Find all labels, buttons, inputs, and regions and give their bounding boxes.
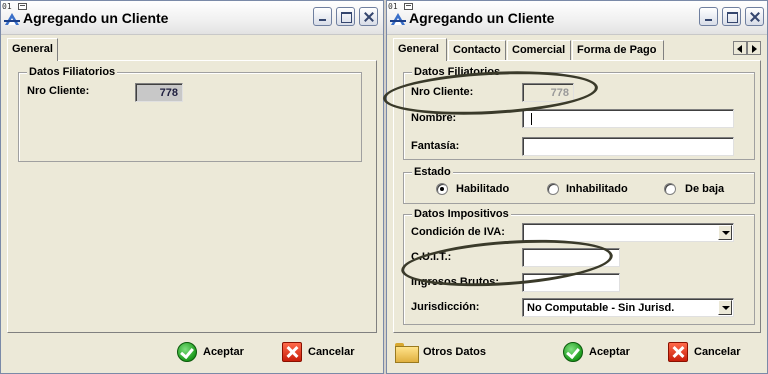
nro-cliente-label: Nro Cliente: <box>27 85 90 97</box>
tab-page-general: Datos Filiatorios Nro Cliente: 778 <box>7 60 377 333</box>
jurisdiccion-value: No Computable - Sin Jurisd. <box>527 302 675 314</box>
radio-de-baja[interactable] <box>664 183 676 195</box>
tab-label: General <box>398 43 439 55</box>
radio-inhabilitado[interactable] <box>547 183 559 195</box>
radio-habilitado[interactable] <box>436 183 448 195</box>
radio-habilitado-label[interactable]: Habilitado <box>456 183 509 195</box>
fantasia-label: Fantasía: <box>411 140 460 152</box>
group-title: Datos Filiatorios <box>412 66 503 78</box>
tab-contacto[interactable]: Contacto <box>448 40 506 60</box>
left-dialog-window: 01 Agregando un Cliente General Datos Fi… <box>0 0 384 374</box>
fantasia-input[interactable] <box>522 137 734 156</box>
nro-cliente-field: 778 <box>522 83 574 102</box>
tab-label: Contacto <box>453 44 501 56</box>
cuit-label: C.U.I.T.: <box>411 251 452 263</box>
title-bar[interactable]: 01 Agregando un Cliente <box>387 1 767 35</box>
window-title: Agregando un Cliente <box>23 10 169 26</box>
tab-scroll-left-icon[interactable] <box>733 41 747 55</box>
tab-scroll-right-icon[interactable] <box>747 41 761 55</box>
window-tag: 01 <box>388 2 398 11</box>
radio-de-baja-label[interactable]: De baja <box>685 183 724 195</box>
right-dialog-window: 01 Agregando un Cliente General Contacto… <box>382 0 768 374</box>
maximize-icon[interactable] <box>336 7 355 26</box>
aceptar-button[interactable]: Aceptar <box>563 339 630 365</box>
maximize-icon[interactable] <box>722 7 741 26</box>
tab-comercial[interactable]: Comercial <box>507 40 571 60</box>
radio-inhabilitado-label[interactable]: Inhabilitado <box>566 183 628 195</box>
x-icon <box>282 342 302 362</box>
cancelar-button[interactable]: Cancelar <box>668 339 740 365</box>
ingresos-brutos-label: Ingresos Brutos: <box>411 276 500 288</box>
jurisdiccion-select[interactable]: No Computable - Sin Jurisd. <box>522 298 734 317</box>
aceptar-label: Aceptar <box>589 346 630 358</box>
close-icon[interactable] <box>745 7 764 26</box>
cancelar-button[interactable]: Cancelar <box>282 339 354 365</box>
group-datos-impositivos: Datos Impositivos Condición de IVA: C.U.… <box>403 208 755 325</box>
checkmark-icon <box>563 342 583 362</box>
nombre-label: Nombre: <box>411 112 457 124</box>
group-datos-filiatorios: Datos Filiatorios Nro Cliente: 778 <box>18 66 362 162</box>
tab-label: General <box>12 43 53 55</box>
app-logo-icon <box>390 13 406 25</box>
group-title: Estado <box>412 166 453 178</box>
group-title: Datos Filiatorios <box>27 66 118 78</box>
app-logo-icon <box>4 13 20 25</box>
cancelar-label: Cancelar <box>308 346 355 358</box>
ingresos-brutos-input[interactable] <box>522 273 620 292</box>
minimize-icon[interactable] <box>699 7 718 26</box>
tab-strip: General <box>7 38 377 61</box>
tab-general[interactable]: General <box>7 38 58 61</box>
tab-label: Comercial <box>512 44 566 56</box>
minimize-icon[interactable] <box>313 7 332 26</box>
restore-small-icon[interactable] <box>404 3 413 10</box>
cuit-input[interactable] <box>522 248 620 267</box>
folder-icon <box>395 343 419 363</box>
nro-cliente-label: Nro Cliente: <box>411 86 474 98</box>
aceptar-label: Aceptar <box>203 346 244 358</box>
cancelar-label: Cancelar <box>694 346 741 358</box>
window-tag: 01 <box>2 2 12 11</box>
tab-label: Forma de Pago <box>577 44 657 56</box>
group-datos-filiatorios: Datos Filiatorios Nro Cliente: 778 Nombr… <box>403 66 755 160</box>
otros-datos-button[interactable]: Otros Datos <box>395 339 486 365</box>
aceptar-button[interactable]: Aceptar <box>177 339 244 365</box>
otros-datos-label: Otros Datos <box>423 346 486 358</box>
close-icon[interactable] <box>359 7 378 26</box>
jurisdiccion-label: Jurisdicción: <box>411 301 480 313</box>
chevron-down-icon[interactable] <box>718 300 732 315</box>
tab-general[interactable]: General <box>393 38 447 61</box>
group-estado: Estado Habilitado Inhabilitado De baja <box>403 166 755 204</box>
tab-forma-de-pago[interactable]: Forma de Pago <box>572 40 664 60</box>
chevron-down-icon[interactable] <box>718 225 732 240</box>
tab-strip: General Contacto Comercial Forma de Pago <box>393 38 761 61</box>
group-title: Datos Impositivos <box>412 208 511 220</box>
condicion-iva-label: Condición de IVA: <box>411 226 505 238</box>
text-caret <box>531 113 532 125</box>
x-icon <box>668 342 688 362</box>
checkmark-icon <box>177 342 197 362</box>
window-title: Agregando un Cliente <box>409 10 555 26</box>
tab-page-general: Datos Filiatorios Nro Cliente: 778 Nombr… <box>393 60 761 333</box>
nombre-input[interactable] <box>522 109 734 128</box>
restore-small-icon[interactable] <box>18 3 27 10</box>
title-bar[interactable]: 01 Agregando un Cliente <box>1 1 383 35</box>
nro-cliente-field: 778 <box>135 83 183 102</box>
condicion-iva-select[interactable] <box>522 223 734 242</box>
